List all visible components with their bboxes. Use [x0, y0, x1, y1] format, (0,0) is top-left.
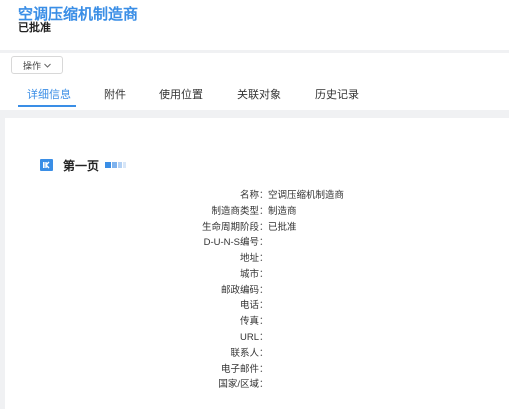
field-row-lifecycle-state: 生命周期阶段 ： 已批准	[5, 221, 509, 235]
field-colon: ：	[259, 222, 269, 233]
field-colon: ：	[259, 206, 269, 217]
field-colon: ：	[259, 269, 269, 280]
field-colon: ：	[259, 379, 269, 390]
field-label: URL	[239, 332, 259, 343]
object-status: 已批准	[18, 22, 51, 34]
section-decoration	[105, 162, 127, 168]
field-label: 传真	[239, 316, 259, 327]
section-header: 第一页	[40, 158, 127, 173]
actions-label: 操作	[22, 60, 41, 71]
field-colon: ：	[259, 190, 269, 201]
tab-details[interactable]: 详细信息	[27, 86, 71, 102]
field-row-phone: 电话 ：	[5, 299, 509, 313]
field-label: 邮政编码	[220, 285, 259, 296]
field-label: 生命周期阶段	[201, 222, 259, 233]
field-colon: ：	[259, 253, 269, 264]
field-colon: ：	[259, 285, 269, 296]
field-row-manufacturer-type: 制造商类型 ： 制造商	[5, 205, 509, 219]
toolbar: 操作 详细信息 附件 使用位置 关联对象 历史记录	[0, 53, 509, 110]
tab-history[interactable]: 历史记录	[315, 86, 359, 102]
field-row-url: URL ：	[5, 331, 509, 345]
field-label: 城市	[239, 269, 259, 280]
field-label: 联系人	[230, 348, 259, 359]
field-label: 地址	[239, 253, 259, 264]
object-header: 空调压缩机制造商 已批准	[0, 0, 509, 50]
field-colon: ：	[259, 348, 269, 359]
field-label: D-U-N-S编号	[203, 237, 259, 248]
field-row-postal-code: 邮政编码 ：	[5, 284, 509, 298]
field-row-fax: 传真 ：	[5, 315, 509, 329]
field-label: 国家/区域	[218, 379, 259, 390]
section-title: 第一页	[63, 158, 100, 173]
active-tab-indicator	[18, 105, 76, 107]
tab-related-objects[interactable]: 关联对象	[237, 86, 281, 102]
field-value: 空调压缩机制造商	[268, 190, 345, 201]
field-value: 已批准	[268, 222, 297, 233]
details-panel: 第一页 名称 ： 空调压缩机制造商 制造商类型 ： 制造商 生命周期阶段 ： 已…	[5, 118, 509, 409]
field-row-name: 名称 ： 空调压缩机制造商	[5, 189, 509, 203]
field-colon: ：	[259, 300, 269, 311]
field-label: 电子邮件	[220, 364, 259, 375]
field-row-city: 城市 ：	[5, 268, 509, 282]
field-label: 名称	[239, 190, 259, 201]
tab-attachments[interactable]: 附件	[104, 86, 126, 102]
field-row-duns: D-U-N-S编号 ：	[5, 236, 509, 250]
tab-where-used[interactable]: 使用位置	[159, 86, 203, 102]
field-row-country: 国家/区域 ：	[5, 378, 509, 392]
field-colon: ：	[259, 332, 269, 343]
chevron-down-icon	[44, 63, 51, 68]
field-label: 制造商类型	[211, 206, 259, 217]
field-row-contact: 联系人 ：	[5, 347, 509, 361]
field-colon: ：	[259, 364, 269, 375]
field-value: 制造商	[268, 206, 297, 217]
field-colon: ：	[259, 237, 269, 248]
tab-bar: 详细信息 附件 使用位置 关联对象 历史记录	[0, 83, 509, 107]
field-row-email: 电子邮件 ：	[5, 363, 509, 377]
section-icon	[40, 159, 53, 171]
field-colon: ：	[259, 316, 269, 327]
field-label: 电话	[239, 300, 259, 311]
field-row-address: 地址 ：	[5, 252, 509, 266]
actions-dropdown-button[interactable]: 操作	[11, 56, 63, 74]
